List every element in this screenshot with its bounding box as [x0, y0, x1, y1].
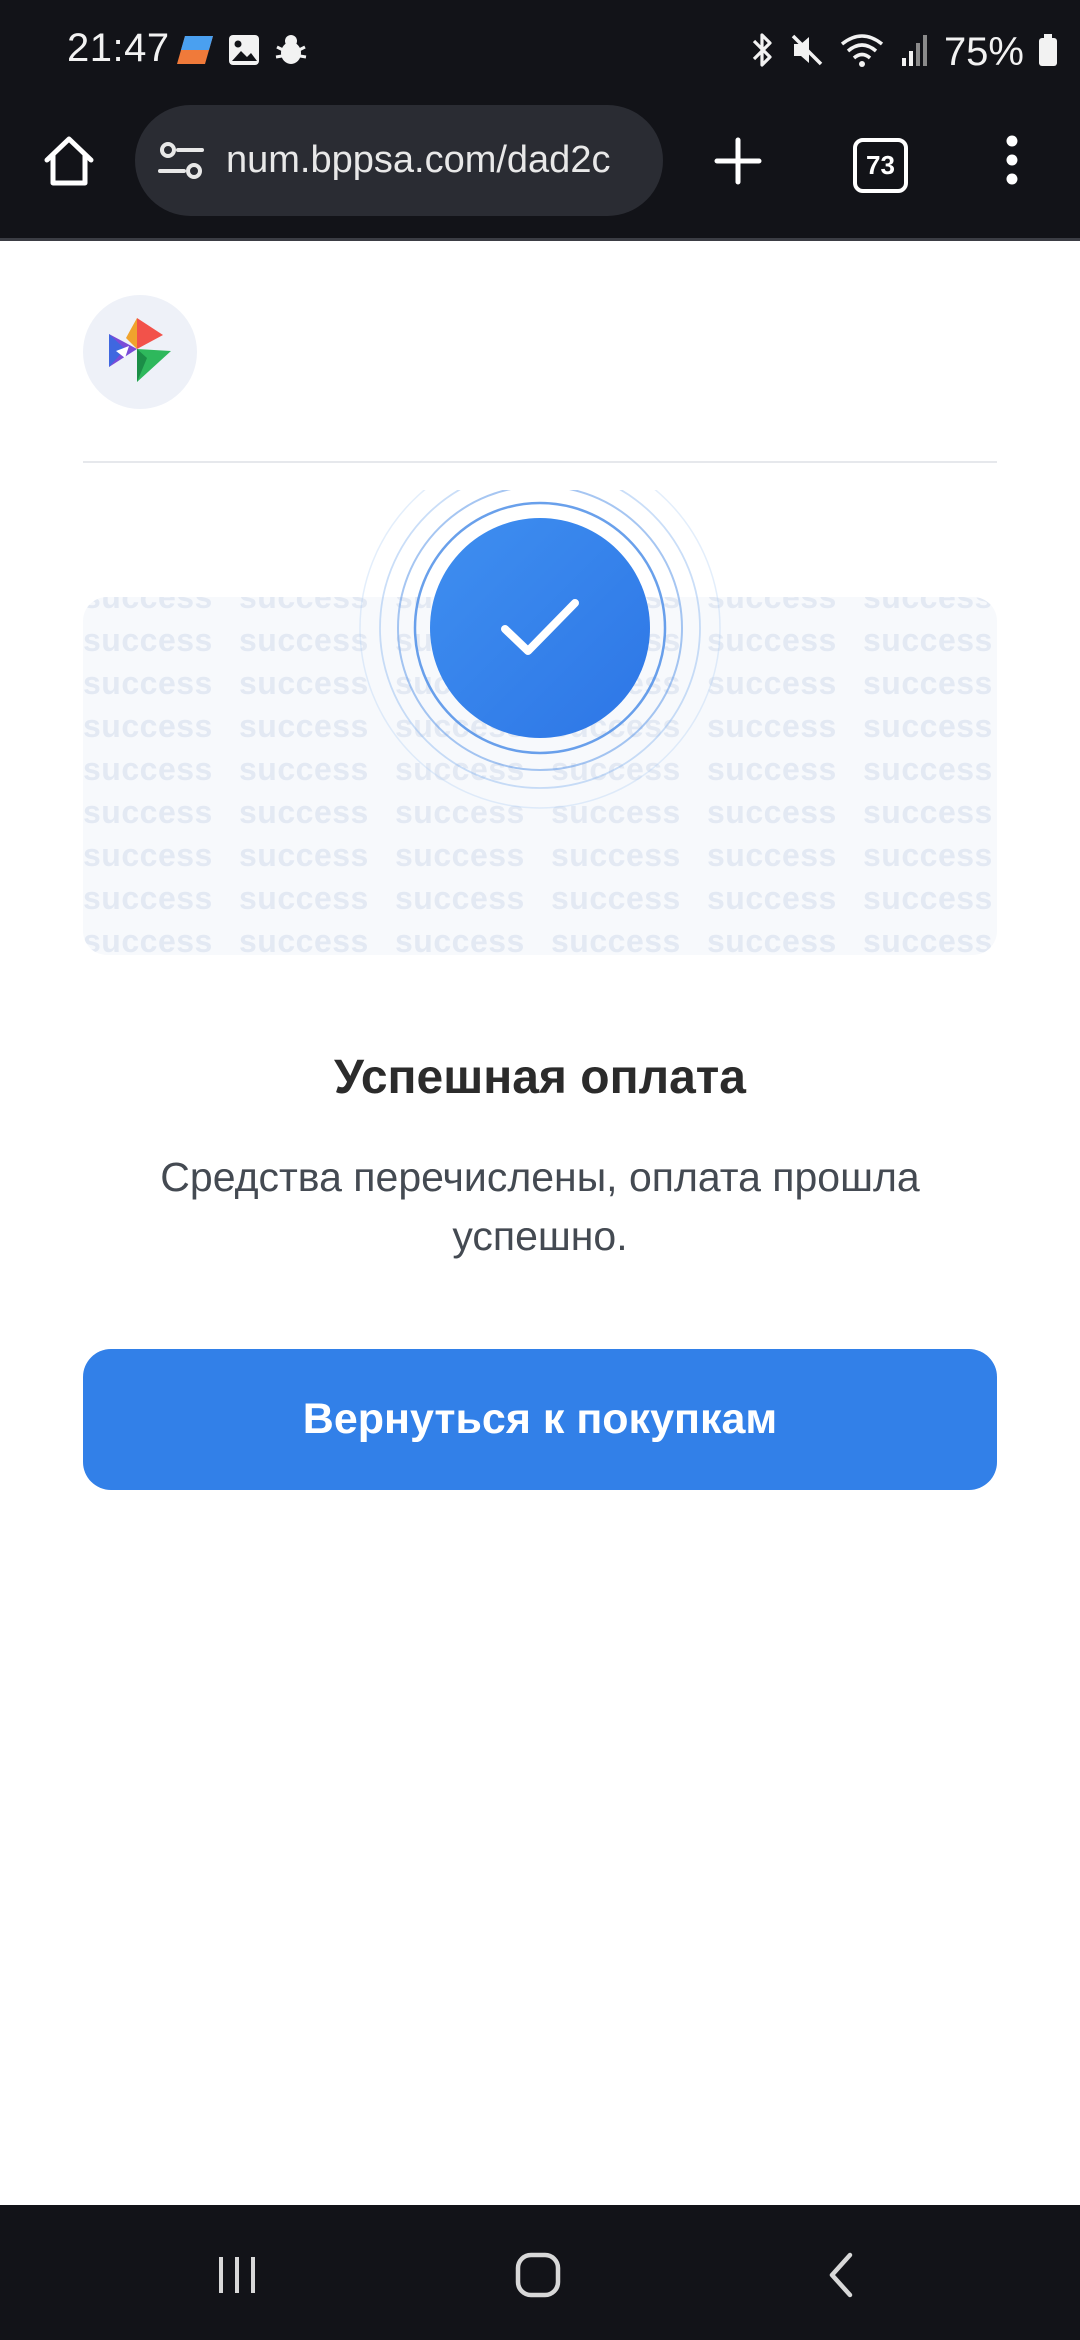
pattern-word: success — [863, 665, 993, 701]
mute-icon — [790, 32, 824, 73]
signal-icon — [900, 32, 930, 73]
pattern-word: success — [395, 880, 525, 916]
pattern-word: success — [83, 751, 213, 787]
back-icon[interactable] — [812, 2250, 872, 2300]
pattern-word: success — [239, 880, 369, 916]
pattern-word: success — [83, 794, 213, 830]
pattern-word: success — [707, 923, 837, 955]
pattern-word: success — [395, 923, 525, 955]
page-subtitle: Средства перечислены, оплата прошла успе… — [160, 1154, 920, 1259]
site-settings-icon[interactable] — [157, 138, 205, 184]
success-check-badge — [430, 518, 650, 738]
battery-icon — [1038, 33, 1058, 72]
toolbar-divider — [0, 238, 1080, 241]
pattern-word: success — [83, 923, 213, 955]
pattern-word: success — [863, 622, 993, 658]
wifi-icon — [838, 30, 886, 75]
status-bar: 21:47 75% — [0, 0, 1080, 100]
tabs-icon[interactable]: 73 — [853, 138, 908, 193]
pattern-word: success — [395, 837, 525, 873]
bluetooth-icon — [750, 31, 776, 74]
status-right-icons: 75% — [750, 24, 1058, 80]
pattern-row: success success success success success succe… — [83, 923, 997, 955]
pattern-word: success — [551, 923, 681, 955]
page-title: Успешная оплата — [334, 1051, 746, 1104]
checkmark-icon — [501, 599, 579, 655]
back-to-shopping-button[interactable]: Вернуться к покупкам — [83, 1349, 997, 1490]
pattern-word: success — [863, 794, 993, 830]
app-notification-icon — [175, 34, 215, 71]
new-tab-icon[interactable] — [712, 135, 764, 187]
pattern-word: success — [83, 622, 213, 658]
pattern-word: success — [707, 880, 837, 916]
status-left-icons — [175, 30, 309, 74]
recent-apps-icon[interactable] — [207, 2250, 267, 2300]
pattern-word: success — [707, 837, 837, 873]
pattern-word: success — [239, 923, 369, 955]
pattern-word: success — [83, 837, 213, 873]
pattern-word: success — [863, 708, 993, 744]
pattern-word: success — [551, 880, 681, 916]
address-bar[interactable]: num.bppsa.com/dad2c — [135, 105, 663, 216]
pattern-word: success — [83, 880, 213, 916]
pattern-word: success — [863, 751, 993, 787]
pattern-word: success — [83, 665, 213, 701]
url-text[interactable]: num.bppsa.com/dad2c — [226, 139, 646, 185]
pattern-row: success success success success success succe… — [83, 880, 997, 917]
pattern-word: success — [863, 923, 993, 955]
bppsa-logo — [83, 295, 197, 409]
battery-percent: 75% — [943, 29, 1024, 74]
pattern-word: success — [239, 837, 369, 873]
pattern-word: success — [863, 880, 993, 916]
pattern-word: success — [551, 837, 681, 873]
status-time: 21:47 — [67, 26, 170, 70]
header-divider — [83, 461, 997, 463]
pattern-row: success success success success success succe… — [83, 837, 997, 874]
pattern-word: success — [863, 837, 993, 873]
pattern-word: success — [83, 708, 213, 744]
home-nav-icon[interactable] — [508, 2250, 568, 2300]
browser-toolbar: num.bppsa.com/dad2c 73 — [0, 100, 1080, 240]
menu-icon[interactable] — [1000, 132, 1024, 188]
home-icon[interactable] — [38, 130, 100, 192]
image-icon — [227, 33, 261, 72]
bug-icon — [273, 33, 309, 72]
system-nav-bar — [0, 2205, 1080, 2340]
pattern-word: success — [863, 597, 993, 615]
pattern-word: success — [83, 597, 213, 615]
